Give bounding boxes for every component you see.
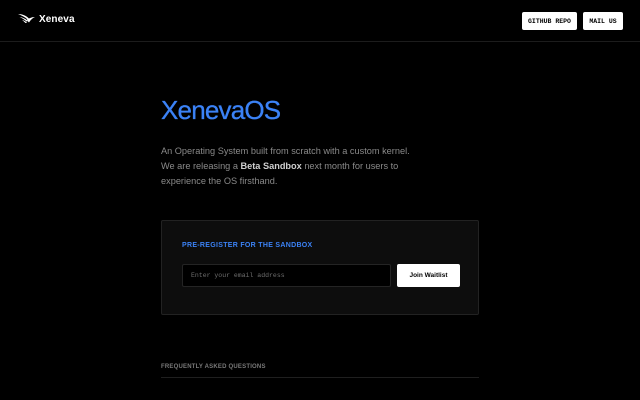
mail-us-button[interactable]: MAIL US (583, 12, 623, 30)
github-repo-button[interactable]: GITHUB REPO (522, 12, 577, 30)
bird-wing-logo-icon (18, 14, 35, 23)
hero-description-line2-suffix: next month for users to (301, 161, 399, 171)
hero-description-line1: An Operating System built from scratch w… (161, 146, 410, 156)
pre-register-card: PRE-REGISTER FOR THE SANDBOX Join Waitli… (161, 220, 479, 315)
email-input[interactable] (182, 264, 391, 287)
hero-description: An Operating System built from scratch w… (161, 144, 421, 189)
join-waitlist-button[interactable]: Join Waitlist (397, 264, 460, 287)
hero-description-line3: experience the OS firsthand. (161, 176, 278, 186)
page-title: XenevaOS (161, 95, 281, 125)
pre-register-heading: PRE-REGISTER FOR THE SANDBOX (182, 242, 313, 249)
faq-divider (161, 377, 479, 378)
brand-name: Xeneva (39, 13, 75, 25)
faq-heading: FREQUENTLY ASKED QUESTIONS (161, 364, 266, 370)
brand-logo[interactable]: Xeneva (18, 11, 75, 27)
top-navigation-bar: Xeneva GITHUB REPO MAIL US (0, 0, 640, 42)
hero-description-line2-prefix: We are releasing a (161, 161, 241, 171)
beta-sandbox-emphasis: Beta Sandbox (240, 161, 302, 171)
